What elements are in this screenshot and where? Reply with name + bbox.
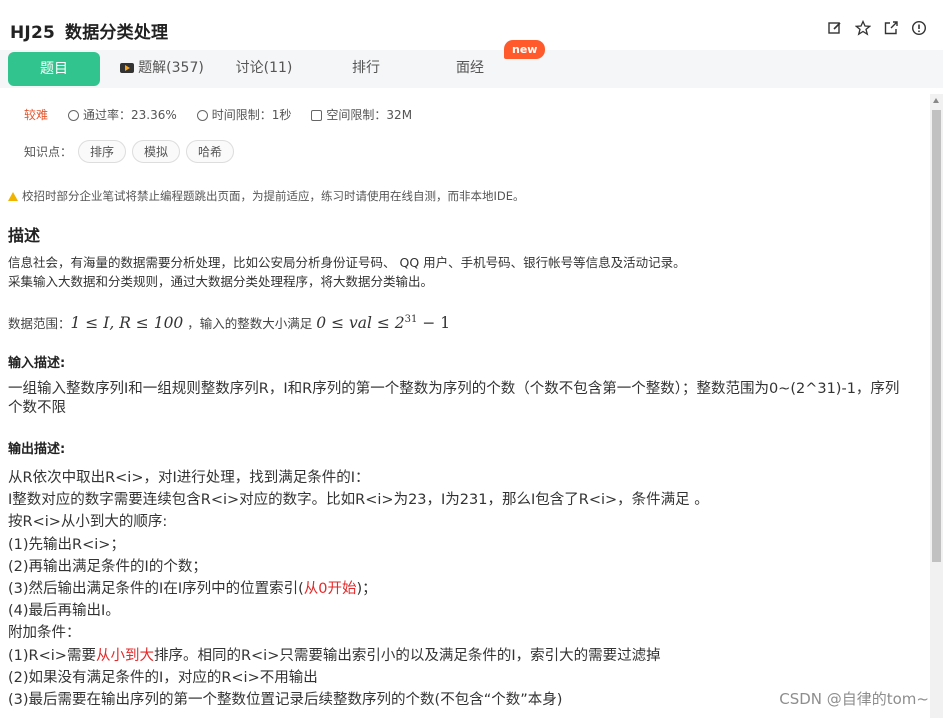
output-line: 按R<i>从小到大的顺序:	[8, 514, 168, 531]
knowledge-tags: 知识点： 排序 模拟 哈希	[24, 140, 235, 163]
output-line-part: (1)R<i>需要	[8, 647, 96, 664]
tag-hash[interactable]: 哈希	[186, 140, 235, 163]
output-line: I整数对应的数字需要连续包含R<i>对应的数字。比如R<i>为23，I为231，…	[8, 492, 709, 509]
difficulty-badge: 较难	[24, 108, 49, 122]
time-limit: 时间限制：1秒	[196, 106, 292, 123]
star-icon[interactable]	[854, 19, 872, 36]
output-line: (4)最后再输出I。	[8, 603, 120, 620]
share-icon[interactable]	[883, 20, 899, 36]
output-description: 从R依次中取出R<i>，对I进行处理，找到满足条件的I： I整数对应的数字需要连…	[8, 467, 709, 711]
description-line: 信息社会，有海量的数据需要分析处理，比如公安局分析身份证号码、 QQ 用户、手机…	[8, 255, 686, 270]
range-math-1: 1 ≤ I, R ≤ 100	[70, 314, 184, 332]
warning-text: 校招时部分企业笔试将禁止编程题跳出页面，为提前适应，练习时请使用在线自测，而非本…	[22, 189, 525, 203]
output-line: 附加条件：	[8, 625, 81, 642]
space-limit-text: 空间限制：32M	[326, 108, 413, 122]
tab-discussion[interactable]: 讨论(11)	[224, 50, 304, 86]
description-body: 信息社会，有海量的数据需要分析处理，比如公安局分析身份证号码、 QQ 用户、手机…	[8, 253, 686, 291]
output-line-part: 排序。相同的R<i>只需要输出索引小的以及满足条件的I，索引大的需要过滤掉	[153, 647, 661, 664]
range-mid: ，输入的整数大小满足	[187, 316, 313, 331]
output-line: (2)如果没有满足条件的I，对应的R<i>不用输出	[8, 669, 318, 686]
output-line: 从R依次中取出R<i>，对I进行处理，找到满足条件的I：	[8, 470, 370, 486]
description-heading: 描述	[8, 226, 41, 245]
output-line-part: )；	[356, 581, 377, 598]
output-line: (3)然后输出满足条件的I在I序列中的位置索引(从0开始)；	[8, 578, 709, 600]
output-line: (3)最后需要在输出序列的第一个整数位置记录后续整数序列的个数(不包含“个数”本…	[8, 692, 563, 709]
clock-icon	[196, 110, 208, 121]
output-line-part: (3)然后输出满足条件的I在I序列中的位置索引(	[8, 581, 304, 598]
input-description: 一组输入整数序列I和一组规则整数序列R，I和R序列的第一个整数为序列的个数（个数…	[8, 381, 900, 416]
pass-rate-text: 通过率：23.36%	[83, 108, 177, 122]
tab-solutions[interactable]: 题解(357)	[112, 50, 212, 86]
new-badge: new	[504, 40, 546, 59]
highlight-text: 从0开始	[303, 581, 357, 598]
range-prefix: 数据范围：	[8, 316, 71, 331]
time-limit-text: 时间限制：1秒	[211, 108, 292, 122]
output-line: (1)R<i>需要从小到大排序。相同的R<i>只需要输出索引小的以及满足条件的I…	[8, 645, 709, 667]
chip-icon	[311, 110, 323, 121]
tab-solutions-label: 题解(357)	[138, 60, 204, 76]
warning-icon	[8, 192, 18, 201]
space-limit: 空间限制：32M	[311, 106, 412, 123]
problem-title: 数据分类处理	[65, 23, 169, 43]
problem-content: 较难 通过率：23.36% 时间限制：1秒 空间限制：32M 知识点： 排序 模…	[0, 88, 930, 718]
edit-icon[interactable]	[827, 20, 843, 36]
description-line: 采集输入大数据和分类规则，通过大数据分类处理程序，将大数据分类输出。	[8, 274, 434, 289]
scroll-up-arrow-icon[interactable]	[933, 98, 939, 103]
highlight-text: 从小到大	[95, 647, 154, 664]
output-line: (2)再输出满足条件的I的个数；	[8, 558, 207, 575]
output-line: (1)先输出R<i>；	[8, 536, 125, 553]
video-icon	[120, 63, 135, 73]
problem-meta: 较难 通过率：23.36% 时间限制：1秒 空间限制：32M	[24, 106, 412, 123]
scrollbar-thumb[interactable]	[932, 110, 941, 562]
tab-interview[interactable]: 面经	[434, 50, 506, 86]
range-tail: − 1	[417, 314, 451, 332]
range-math-2-base: 0 ≤ val ≤ 2	[316, 314, 405, 332]
info-icon[interactable]	[911, 20, 927, 36]
problem-id: HJ25	[10, 23, 56, 43]
range-exponent: 31	[404, 313, 418, 325]
knowledge-label: 知识点：	[24, 145, 73, 159]
data-range: 数据范围：1 ≤ I, R ≤ 100 ，输入的整数大小满足 0 ≤ val ≤…	[8, 313, 450, 332]
range-math-2: 0 ≤ val ≤ 231 − 1	[316, 314, 450, 332]
page-title: HJ25 数据分类处理	[10, 18, 168, 43]
tag-simulation[interactable]: 模拟	[132, 140, 181, 163]
input-heading: 输入描述:	[8, 356, 66, 371]
problem-tabs: 题目 题解(357) 讨论(11) 排行 面经	[0, 50, 943, 88]
tag-sort[interactable]: 排序	[78, 140, 127, 163]
warning-notice: 校招时部分企业笔试将禁止编程题跳出页面，为提前适应，练习时请使用在线自测，而非本…	[8, 188, 525, 204]
output-heading: 输出描述:	[8, 442, 66, 457]
watermark: CSDN @自律的tom~	[779, 690, 929, 708]
check-circle-icon	[68, 110, 80, 121]
pass-rate: 通过率：23.36%	[68, 106, 177, 123]
scrollbar[interactable]	[930, 94, 943, 718]
tab-problem[interactable]: 题目	[8, 52, 100, 86]
tab-ranking[interactable]: 排行	[330, 50, 402, 86]
header-actions	[827, 19, 927, 36]
